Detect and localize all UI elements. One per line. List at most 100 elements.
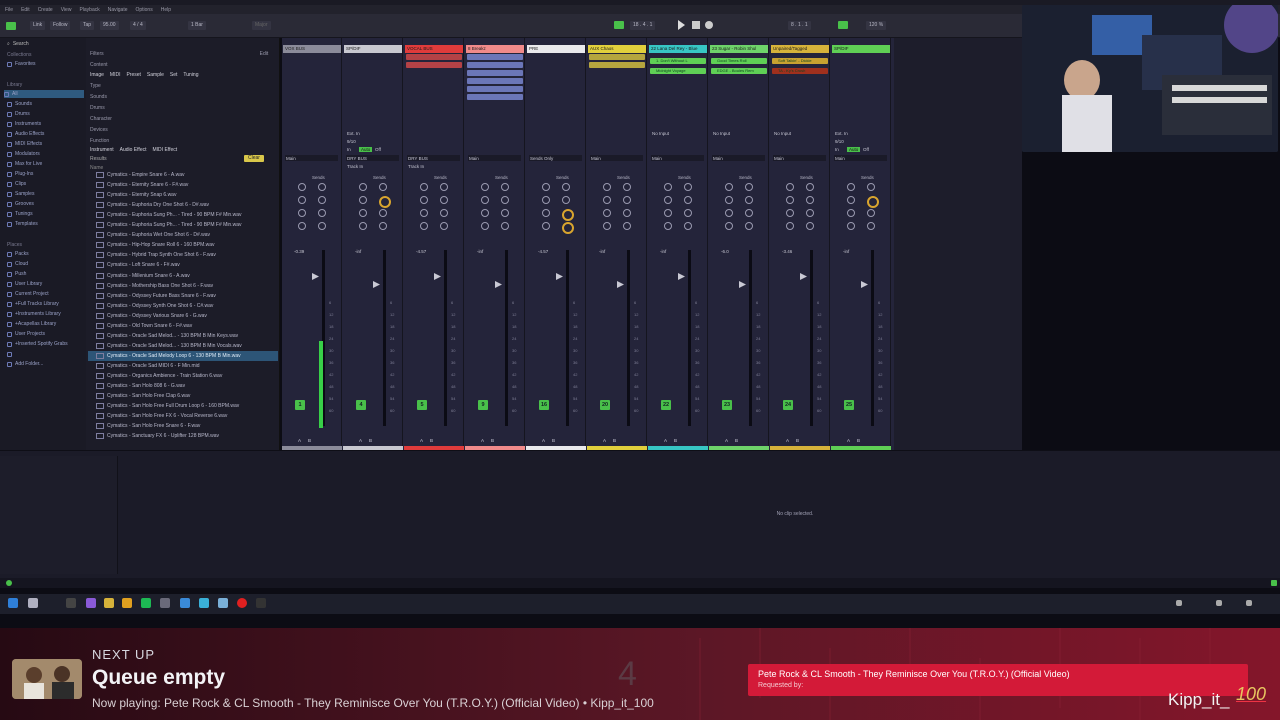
crossfade-ab-buttons[interactable]: A B <box>603 438 619 443</box>
send-knob[interactable] <box>542 196 550 204</box>
file-list-item[interactable]: Cymatics - Millenium Snare 6 - A.wav <box>88 271 278 281</box>
send-knob[interactable] <box>603 209 611 217</box>
send-knob[interactable] <box>379 222 387 230</box>
output-routing-label[interactable]: DRY BUS <box>347 156 367 161</box>
send-knob[interactable] <box>786 222 794 230</box>
loop-end-field[interactable]: 8 . 1 . 1 <box>788 21 811 30</box>
monitor-off-button[interactable]: Off <box>375 147 381 152</box>
track-name-header[interactable]: VOX BUS <box>283 45 341 53</box>
output-routing-label[interactable]: Main <box>469 156 479 161</box>
clip-slot[interactable]: Soft Talkin' - Dickie <box>772 58 828 64</box>
library-item[interactable]: Clips <box>7 180 26 188</box>
menu-view[interactable]: View <box>61 7 72 13</box>
send-knob[interactable] <box>725 196 733 204</box>
library-item[interactable]: Audio Effects <box>7 130 44 138</box>
clip-slot[interactable]: Good Times Roll <box>711 58 767 64</box>
crossfade-ab-buttons[interactable]: A B <box>725 438 741 443</box>
track-name-header[interactable]: PRE <box>527 45 585 53</box>
crossfade-ab-buttons[interactable]: A B <box>481 438 497 443</box>
file-list-item[interactable]: Cymatics - San Holo Free Full Drum Loop … <box>88 401 278 411</box>
file-list-item[interactable]: Cymatics - Mothership Bass One Shot 6 - … <box>88 281 278 291</box>
clip-slot[interactable] <box>467 54 523 60</box>
track-activator-button[interactable]: 9 <box>478 400 488 410</box>
send-knob[interactable] <box>623 222 631 230</box>
send-knob[interactable] <box>501 183 509 191</box>
stop-icon[interactable] <box>692 21 700 29</box>
spotify-icon[interactable] <box>141 598 151 608</box>
send-knob[interactable] <box>481 222 489 230</box>
track-name-header[interactable]: Unpaired/Tagged <box>771 45 829 53</box>
content-tag[interactable]: Image <box>90 72 104 78</box>
clip-slot[interactable] <box>467 70 523 76</box>
library-item[interactable]: Templates <box>7 220 38 228</box>
crossfade-ab-buttons[interactable]: A B <box>359 438 375 443</box>
library-item[interactable]: Tunings <box>7 210 33 218</box>
send-knob[interactable] <box>847 183 855 191</box>
file-explorer-icon[interactable] <box>104 598 114 608</box>
file-list-item[interactable]: Cymatics - Hip-Hop Snare Roll 6 - 160 BP… <box>88 240 278 250</box>
fader-track[interactable] <box>688 250 691 426</box>
volume-fader-thumb[interactable] <box>678 273 685 280</box>
fader-track[interactable] <box>444 250 447 426</box>
time-signature-field[interactable]: 4 / 4 <box>130 21 146 30</box>
clip-slot[interactable]: Midnight Voyage <box>650 68 706 74</box>
send-knob[interactable] <box>318 209 326 217</box>
send-knob[interactable] <box>623 183 631 191</box>
send-knob[interactable] <box>847 209 855 217</box>
send-knob[interactable] <box>806 196 814 204</box>
crossfade-ab-buttons[interactable]: A B <box>847 438 863 443</box>
volume-readout[interactable]: -3.46 <box>782 249 792 254</box>
tempo-field[interactable]: 95.00 <box>100 21 119 30</box>
volume-readout[interactable]: -inf <box>660 249 666 254</box>
fader-track[interactable] <box>566 250 569 426</box>
function-tag[interactable]: Instrument <box>90 147 114 153</box>
volume-fader-thumb[interactable] <box>800 273 807 280</box>
input-type-label[interactable]: No Input <box>774 131 791 136</box>
clip-slot[interactable] <box>406 54 462 60</box>
filter-group[interactable]: Devices <box>90 126 108 134</box>
send-knob-active[interactable] <box>867 196 879 208</box>
send-knob[interactable] <box>725 183 733 191</box>
scale-key-field[interactable]: Major <box>252 21 271 30</box>
send-knob[interactable] <box>420 183 428 191</box>
volume-readout[interactable]: -4.57 <box>538 249 548 254</box>
places-item[interactable]: +Acapellas Library <box>7 320 56 328</box>
volume-fader-thumb[interactable] <box>373 281 380 288</box>
send-knob[interactable] <box>379 183 387 191</box>
volume-readout[interactable]: -6.0 <box>721 249 729 254</box>
send-knob[interactable] <box>745 222 753 230</box>
places-item[interactable]: +Inserted Spotify Grabs <box>7 340 68 348</box>
send-knob[interactable] <box>664 196 672 204</box>
view-toggle-icon[interactable] <box>6 22 16 30</box>
volume-fader-thumb[interactable] <box>495 281 502 288</box>
places-item[interactable]: Push <box>7 270 26 278</box>
play-icon[interactable] <box>678 20 685 30</box>
file-list-item[interactable]: Cymatics - Old Town Snare 6 - F#.wav <box>88 321 278 331</box>
send-knob[interactable] <box>623 209 631 217</box>
library-item[interactable]: All <box>4 90 84 98</box>
track-activator-button[interactable]: 4 <box>356 400 366 410</box>
send-knob[interactable] <box>481 209 489 217</box>
send-knob[interactable] <box>806 222 814 230</box>
send-knob[interactable] <box>420 196 428 204</box>
volume-fader-thumb[interactable] <box>434 273 441 280</box>
filter-group[interactable]: Sounds <box>90 93 107 101</box>
send-knob[interactable] <box>847 196 855 204</box>
output-routing-label[interactable]: Sends Only <box>530 156 553 161</box>
clip-slot[interactable] <box>589 54 645 60</box>
file-list-item[interactable]: Cymatics - Euphoria Dry One Shot 6 - D#.… <box>88 200 278 210</box>
library-item[interactable]: Max for Live <box>7 160 42 168</box>
send-knob[interactable] <box>867 209 875 217</box>
menu-options[interactable]: Options <box>135 7 152 13</box>
tap-button[interactable]: Tap <box>80 21 95 30</box>
content-tag[interactable]: Preset <box>126 72 140 78</box>
app-icon-light-blue[interactable] <box>218 598 228 608</box>
link-button[interactable]: Link <box>30 21 46 30</box>
volume-fader-thumb[interactable] <box>739 281 746 288</box>
library-item[interactable]: Modulators <box>7 150 40 158</box>
content-tag[interactable]: Sample <box>147 72 164 78</box>
monitor-in-label[interactable]: In <box>835 147 839 152</box>
tray-icon-3[interactable] <box>1246 600 1252 606</box>
clip-slot[interactable] <box>589 62 645 68</box>
input-type-label[interactable]: No Input <box>713 131 730 136</box>
